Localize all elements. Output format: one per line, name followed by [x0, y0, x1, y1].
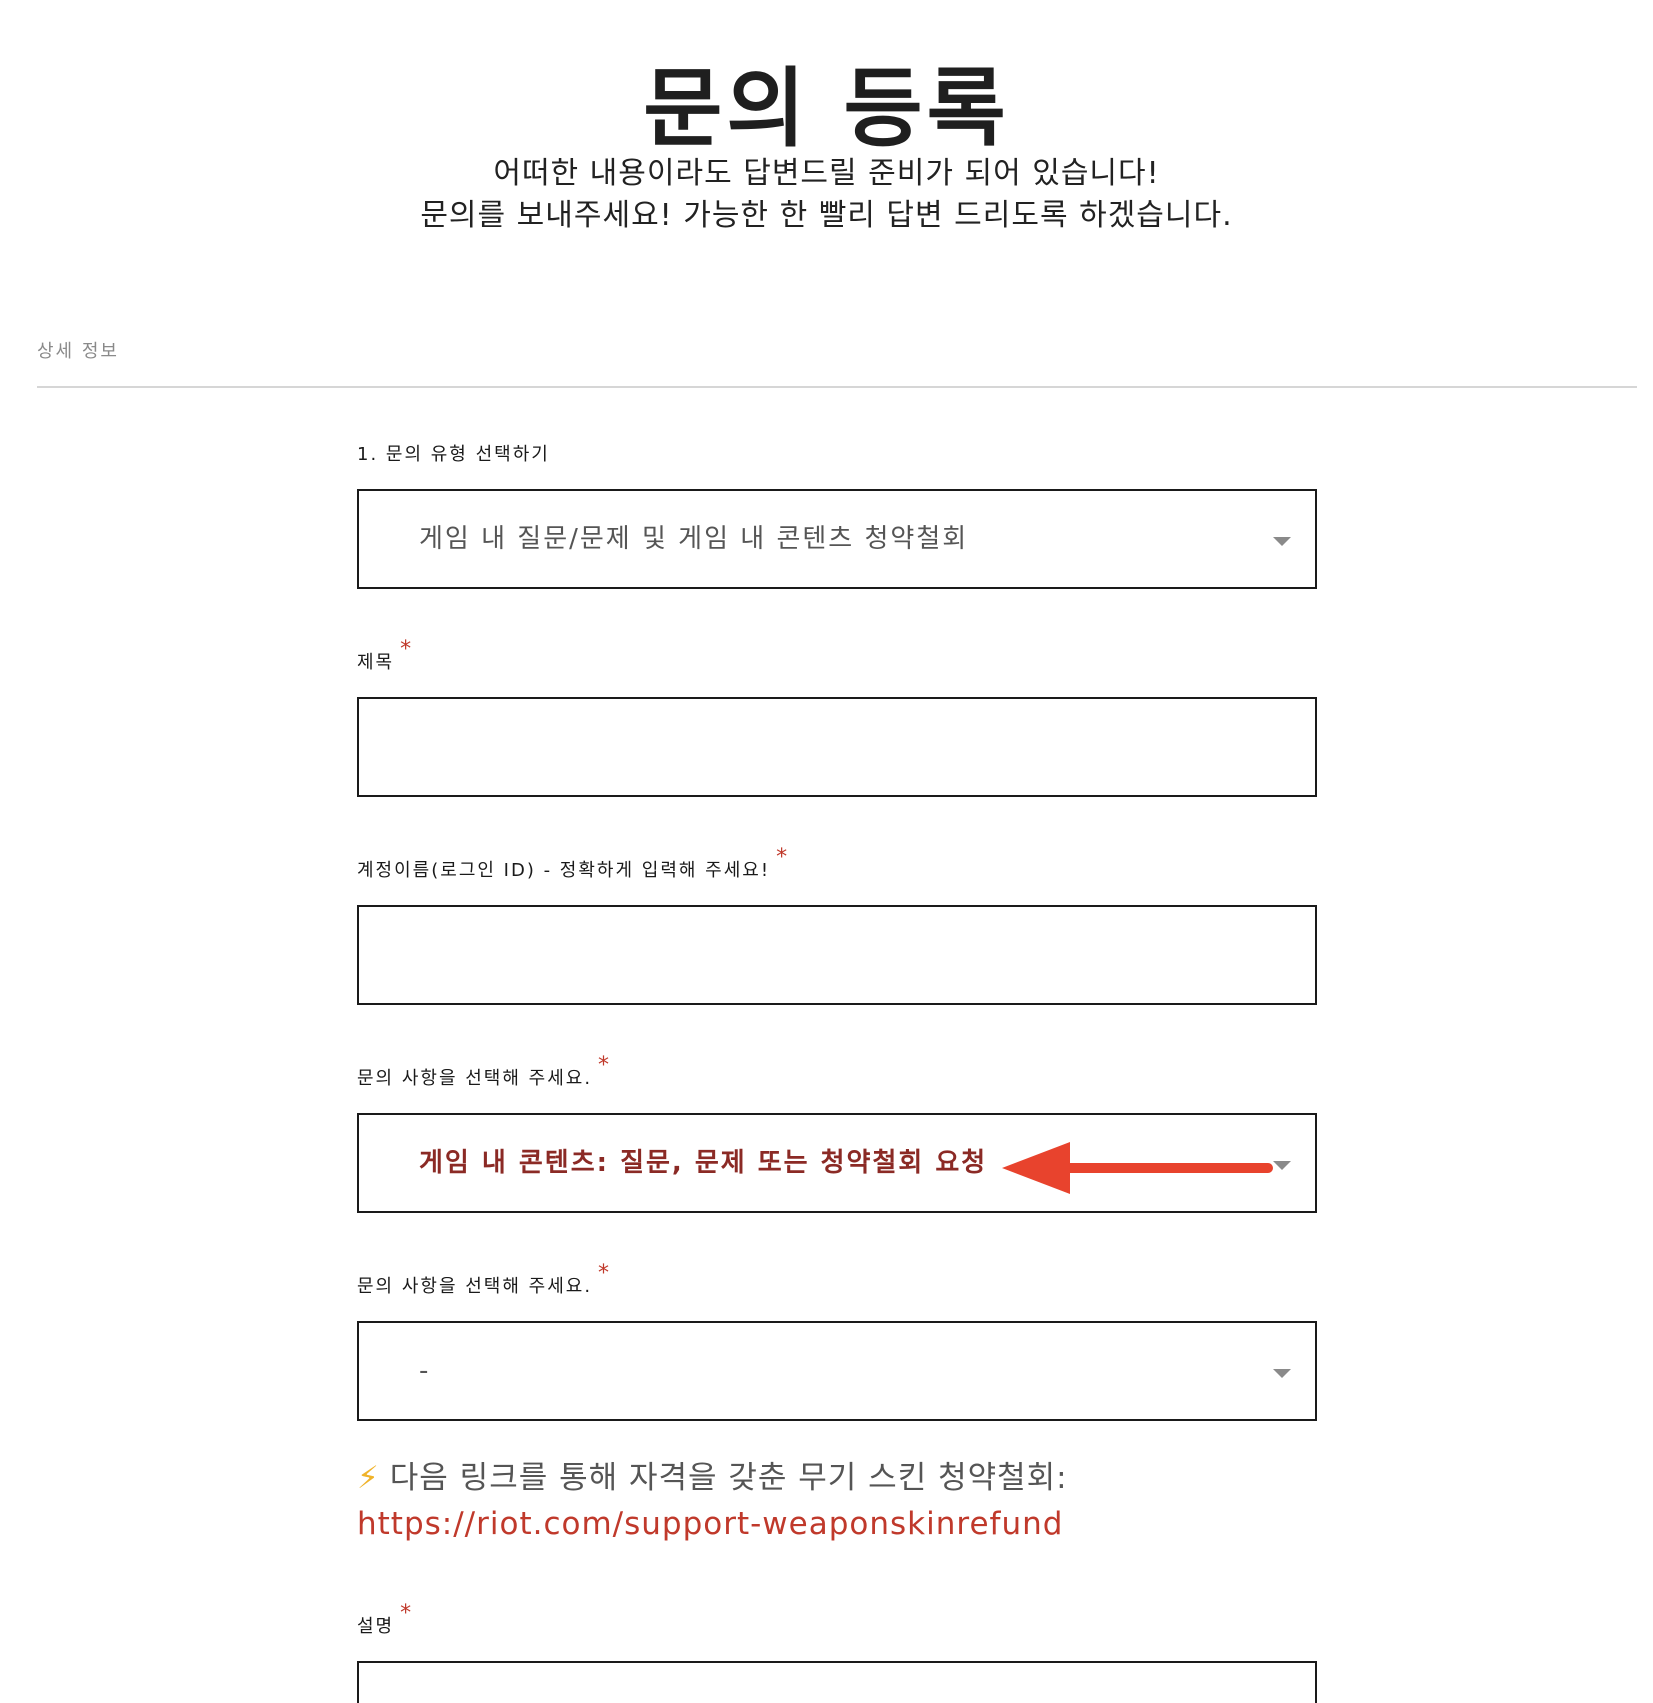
required-asterisk: * [776, 845, 790, 870]
section-divider [37, 386, 1637, 388]
annotation-arrow-icon [1002, 1142, 1273, 1194]
inquiry-type-label: 1. 문의 유형 선택하기 [357, 440, 550, 466]
account-name-label-text: 계정이름(로그인 ID) - 정확하게 입력해 주세요! [357, 860, 771, 881]
subject-label: 제목* [357, 637, 413, 674]
description-textarea[interactable] [357, 1661, 1317, 1703]
chevron-down-icon [1273, 537, 1291, 546]
subject-input[interactable] [359, 699, 1315, 795]
description-label-text: 설명 [357, 1616, 395, 1637]
weapon-skin-refund-info: ⚡ 다음 링크를 통해 자격을 갖춘 무기 스킨 청약철회: [357, 1452, 1068, 1497]
required-asterisk: * [598, 1053, 612, 1078]
inquiry-type-select[interactable]: 게임 내 질문/문제 및 게임 내 콘텐츠 청약철회 [357, 489, 1317, 589]
inquiry-item-1-selected-value: 게임 내 콘텐츠: 질문, 문제 또는 청약철회 요청 [419, 1148, 988, 1178]
required-asterisk: * [400, 637, 414, 662]
account-name-field-box [357, 905, 1317, 1005]
inquiry-item-2-selected-value: - [419, 1356, 431, 1386]
description-label: 설명* [357, 1601, 413, 1638]
inquiry-type-label-text: 1. 문의 유형 선택하기 [357, 444, 550, 465]
inquiry-item-2-label-text: 문의 사항을 선택해 주세요. [357, 1276, 593, 1297]
required-asterisk: * [400, 1601, 414, 1626]
annotation-arrow-head [1002, 1142, 1070, 1194]
inquiry-page: 문의 등록 어떠한 내용이라도 답변드릴 준비가 되어 있습니다! 문의를 보내… [0, 0, 1653, 1703]
section-label: 상세 정보 [37, 341, 119, 362]
inquiry-item-2-select[interactable]: - [357, 1321, 1317, 1421]
weapon-skin-refund-link[interactable]: https://riot.com/support-weaponskinrefun… [357, 1506, 1063, 1542]
subject-label-text: 제목 [357, 652, 395, 673]
page-subtitle-line1: 어떠한 내용이라도 답변드릴 준비가 되어 있습니다! [493, 156, 1160, 191]
page-subtitle-line2: 문의를 보내주세요! 가능한 한 빨리 답변 드리도록 하겠습니다. [420, 198, 1233, 233]
page-title: 문의 등록 [643, 59, 1010, 159]
inquiry-item-1-label-text: 문의 사항을 선택해 주세요. [357, 1068, 593, 1089]
weapon-skin-refund-info-text: 다음 링크를 통해 자격을 갖춘 무기 스킨 청약철회: [389, 1460, 1068, 1496]
required-asterisk: * [598, 1261, 612, 1286]
account-name-label: 계정이름(로그인 ID) - 정확하게 입력해 주세요!* [357, 845, 789, 882]
inquiry-item-1-label: 문의 사항을 선택해 주세요.* [357, 1053, 611, 1090]
lightning-bolt-icon: ⚡ [357, 1460, 380, 1496]
inquiry-type-selected-value: 게임 내 질문/문제 및 게임 내 콘텐츠 청약철회 [419, 524, 969, 554]
inquiry-item-2-label: 문의 사항을 선택해 주세요.* [357, 1261, 611, 1298]
chevron-down-icon [1273, 1369, 1291, 1378]
account-name-input[interactable] [359, 907, 1315, 1003]
subject-field-box [357, 697, 1317, 797]
